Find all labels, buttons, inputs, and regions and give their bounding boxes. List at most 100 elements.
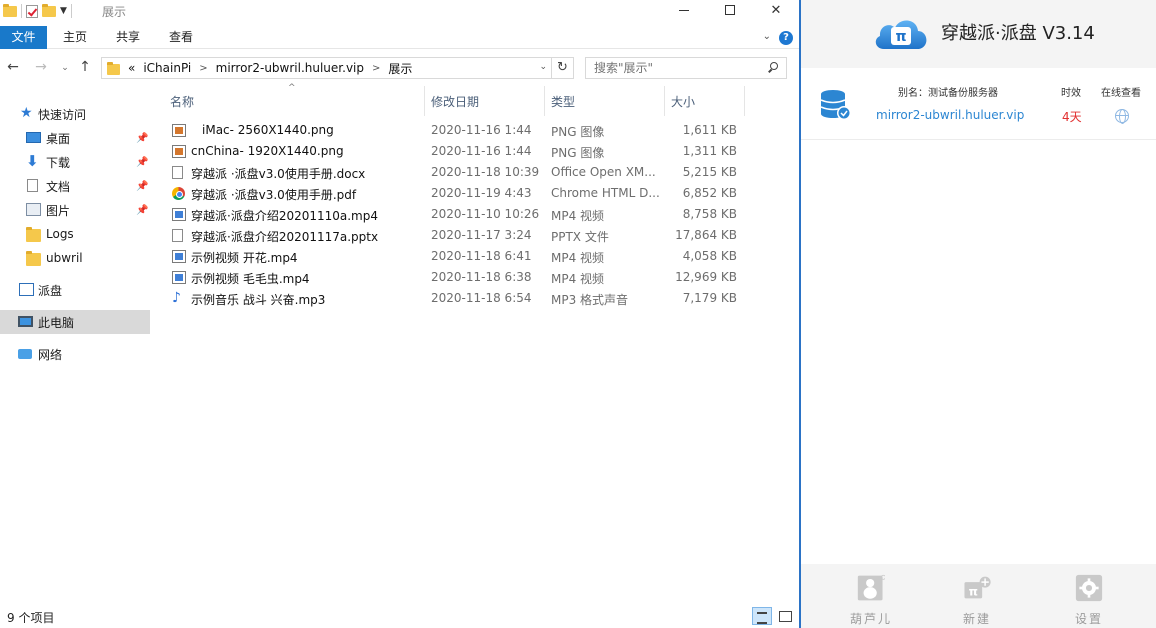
sidebar-item-this-pc[interactable]: 此电脑 (0, 310, 150, 334)
breadcrumb-server[interactable]: mirror2-ubwril.huluer.vip (216, 61, 364, 75)
minimize-button[interactable] (661, 0, 707, 20)
close-icon: ✕ (770, 2, 782, 18)
table-row[interactable]: 穿越派·派盘介绍20201110a.mp4 2020-11-10 10:26 M… (158, 204, 748, 225)
breadcrumb-current[interactable]: 展示 (388, 60, 412, 77)
sidebar-item-ubwril[interactable]: ubwril (0, 246, 150, 270)
file-size: 5,215 KB (682, 165, 737, 179)
customize-toolbar-chevron-icon[interactable]: ▼ (60, 6, 67, 16)
file-date: 2020-11-10 10:26 (431, 207, 540, 221)
refresh-icon: ↻ (557, 60, 568, 75)
details-view-icon[interactable] (752, 607, 772, 625)
file-name: iMac- 2560X1440.png (202, 123, 334, 137)
pin-icon[interactable]: 📌 (136, 133, 148, 144)
tab-home[interactable]: 主页 (55, 26, 95, 49)
gear-icon (1075, 574, 1103, 602)
file-size: 1,311 KB (682, 144, 737, 158)
video-file-icon (172, 208, 186, 221)
table-row[interactable]: 穿越派 ·派盘v3.0使用手册.docx 2020-11-18 10:39 Of… (158, 162, 748, 183)
recent-locations-chevron-icon[interactable]: ⌄ (56, 63, 74, 73)
sidebar-item-logs[interactable]: Logs (0, 222, 150, 246)
file-name: cnChina- 1920X1440.png (191, 144, 344, 158)
address-dropdown-chevron-icon[interactable]: ⌄ (539, 62, 547, 72)
sidebar-item-quick-access[interactable]: ★ 快速访问 (0, 102, 150, 126)
search-box[interactable] (585, 57, 787, 79)
file-date: 2020-11-17 3:24 (431, 228, 532, 242)
breadcrumb-chevron-icon[interactable]: > (372, 63, 380, 74)
drive-icon (19, 283, 34, 296)
server-card[interactable]: 别名：测试备份服务器 mirror2-ubwril.huluer.vip 时效 … (801, 74, 1156, 140)
sidebar-item-label: 下载 (46, 155, 71, 170)
sidebar-item-desktop[interactable]: 桌面 📌 (0, 126, 150, 150)
table-row[interactable]: 示例视频 开花.mp4 2020-11-18 6:41 MP4 视频 4,058… (158, 246, 748, 267)
table-row[interactable]: 示例视频 毛毛虫.mp4 2020-11-18 6:38 MP4 视频 12,9… (158, 267, 748, 288)
forward-arrow-icon[interactable]: → (32, 59, 50, 75)
breadcrumb-overflow[interactable]: « (128, 61, 135, 75)
table-row[interactable]: ♪ 示例音乐 战斗 兴奋.mp3 2020-11-18 6:54 MP3 格式声… (158, 288, 748, 309)
folder-icon[interactable] (3, 3, 17, 17)
column-divider[interactable] (544, 86, 545, 116)
sidebar-item-documents[interactable]: 文档 📌 (0, 174, 150, 198)
timeliness-value: 4天 (1062, 110, 1082, 124)
large-icons-view-icon[interactable] (775, 607, 795, 625)
toolbar-divider (21, 4, 22, 18)
file-date: 2020-11-16 1:44 (431, 123, 532, 137)
folder-icon (107, 61, 120, 75)
video-file-icon (172, 250, 186, 263)
up-arrow-icon[interactable]: ↑ (76, 59, 94, 75)
breadcrumb-chevron-icon[interactable]: > (199, 63, 207, 74)
properties-icon[interactable] (26, 4, 38, 18)
app-footer: 葫芦儿 π 新建 设置 (801, 564, 1156, 628)
column-divider[interactable] (744, 86, 745, 116)
file-type: PNG 图像 (551, 146, 605, 160)
gourd-button[interactable]: 葫芦儿 (841, 570, 901, 626)
tab-share[interactable]: 共享 (108, 26, 148, 49)
column-header-size[interactable]: 大小 (671, 93, 695, 110)
file-name: 示例音乐 战斗 兴奋.mp3 (191, 293, 326, 307)
file-type: PNG 图像 (551, 125, 605, 139)
image-file-icon (172, 145, 186, 158)
breadcrumb-ichainpi[interactable]: iChainPi (143, 61, 191, 75)
address-bar[interactable]: « iChainPi > mirror2-ubwril.huluer.vip >… (101, 57, 552, 79)
sidebar-item-paipan[interactable]: 派盘 (0, 278, 150, 302)
sidebar-item-label: 此电脑 (38, 315, 75, 330)
table-row[interactable]: iMac- 2560X1440.png 2020-11-16 1:44 PNG … (158, 120, 748, 141)
close-button[interactable]: ✕ (753, 0, 799, 20)
sidebar-item-downloads[interactable]: ⬇ 下载 📌 (0, 150, 150, 174)
pin-icon[interactable]: 📌 (136, 205, 148, 216)
file-size: 4,058 KB (682, 249, 737, 263)
pin-icon[interactable]: 📌 (136, 157, 148, 168)
pin-icon[interactable]: 📌 (136, 181, 148, 192)
help-icon[interactable]: ? (779, 31, 793, 45)
gourd-label: 葫芦儿 (849, 612, 892, 626)
file-size: 1,611 KB (682, 123, 737, 137)
column-divider[interactable] (664, 86, 665, 116)
star-icon: ★ (20, 105, 33, 121)
back-arrow-icon[interactable]: ← (4, 59, 22, 75)
search-input[interactable] (586, 58, 761, 78)
sidebar-item-network[interactable]: 网络 (0, 342, 150, 366)
column-headers: ^ 名称 修改日期 类型 大小 (158, 83, 798, 116)
globe-icon[interactable] (1115, 109, 1129, 124)
maximize-icon (725, 5, 735, 15)
file-type: Chrome HTML D... (551, 186, 660, 200)
table-row[interactable]: cnChina- 1920X1440.png 2020-11-16 1:44 P… (158, 141, 748, 162)
table-row[interactable]: 穿越派·派盘介绍20201117a.pptx 2020-11-17 3:24 P… (158, 225, 748, 246)
column-header-type[interactable]: 类型 (551, 93, 575, 110)
settings-button[interactable]: 设置 (1059, 570, 1119, 626)
column-divider[interactable] (424, 86, 425, 116)
search-icon[interactable] (767, 62, 778, 73)
tab-view[interactable]: 查看 (161, 26, 201, 49)
maximize-button[interactable] (707, 0, 753, 20)
sidebar-item-label: 派盘 (38, 283, 63, 298)
new-button[interactable]: π 新建 (947, 570, 1007, 626)
sidebar-item-pictures[interactable]: 图片 📌 (0, 198, 150, 222)
table-row[interactable]: 穿越派 ·派盘v3.0使用手册.pdf 2020-11-19 4:43 Chro… (158, 183, 748, 204)
expand-ribbon-chevron-icon[interactable]: ⌄ (763, 31, 771, 42)
column-header-date[interactable]: 修改日期 (431, 93, 479, 110)
new-folder-icon[interactable] (42, 3, 56, 17)
sort-ascending-icon: ^ (288, 83, 296, 93)
refresh-button[interactable]: ↻ (552, 57, 574, 79)
column-header-name[interactable]: 名称 (170, 93, 194, 110)
tab-file[interactable]: 文件 (0, 26, 47, 49)
server-name-link[interactable]: mirror2-ubwril.huluer.vip (876, 108, 1024, 122)
